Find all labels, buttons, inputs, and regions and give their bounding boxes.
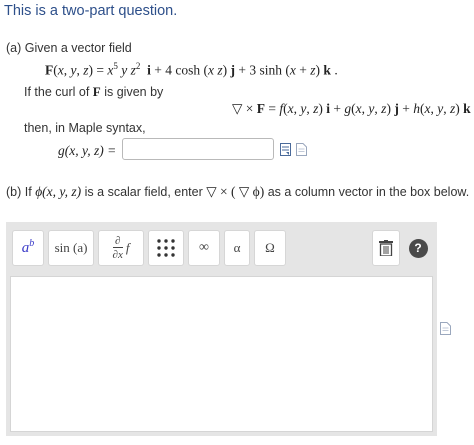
- part-b-text: (b) If ϕ(x, y, z) is a scalar field, ent…: [6, 184, 470, 199]
- superscript-button[interactable]: ab: [12, 230, 44, 266]
- sin-button[interactable]: sin (a): [48, 230, 94, 266]
- curl-intro: If the curl of F is given by: [24, 84, 164, 99]
- equation-input-area[interactable]: [10, 276, 433, 432]
- trash-button[interactable]: [372, 230, 400, 266]
- g-label: g(x, y, z) =: [58, 143, 117, 158]
- part-a-intro: (a) Given a vector field: [6, 41, 132, 55]
- preview-icon[interactable]: [280, 143, 291, 156]
- trash-icon: [379, 240, 393, 256]
- infinity-button[interactable]: ∞: [188, 230, 220, 266]
- vector-field-formula: F(x, y, z) = x5 y z2 i + 4 cosh (x z) j …: [45, 61, 338, 78]
- matrix-button[interactable]: [148, 230, 184, 266]
- then-text: then, in Maple syntax,: [24, 121, 146, 135]
- omega-button[interactable]: Ω: [254, 230, 286, 266]
- alpha-button[interactable]: α: [224, 230, 250, 266]
- equation-editor: [6, 274, 437, 436]
- document-icon-editor[interactable]: [440, 322, 451, 335]
- g-answer-input[interactable]: [122, 138, 274, 160]
- question-title: This is a two-part question.: [4, 3, 178, 19]
- curl-formula: ▽ × F = f(x, y, z) i + g(x, y, z) j + h(…: [232, 101, 471, 116]
- document-icon[interactable]: [296, 143, 307, 156]
- matrix-icon: [157, 239, 175, 257]
- help-button[interactable]: ?: [404, 230, 432, 266]
- help-icon: ?: [408, 238, 428, 258]
- partial-derivative-button[interactable]: ∂ ∂x f: [98, 230, 144, 266]
- equation-toolbar: ab sin (a) ∂ ∂x f ∞ α Ω ?: [6, 222, 437, 274]
